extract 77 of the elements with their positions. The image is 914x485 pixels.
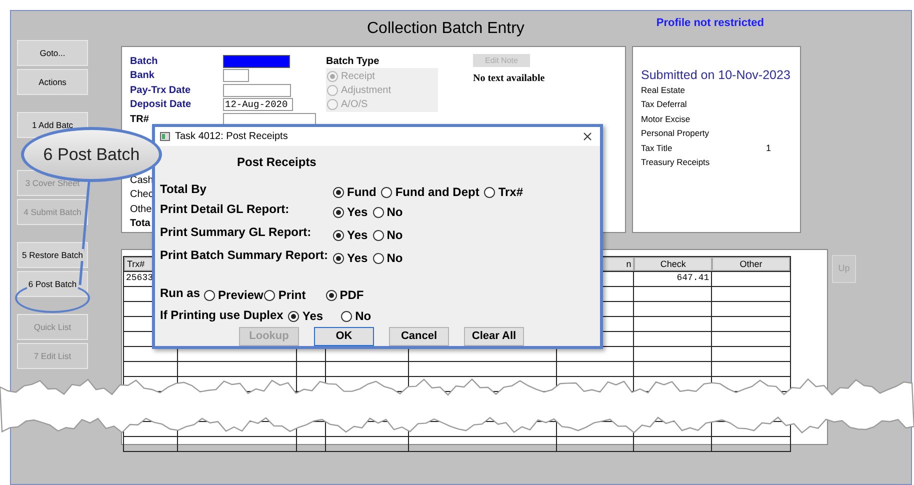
total-label: Chec xyxy=(130,188,154,202)
radio-button[interactable] xyxy=(204,290,216,300)
summary-count: 1 xyxy=(766,142,772,154)
radio-button[interactable] xyxy=(333,230,344,240)
radio-label: No xyxy=(386,204,403,221)
column-header: Other xyxy=(712,257,790,271)
radio-button[interactable] xyxy=(372,230,384,240)
radio-label: Fund xyxy=(347,184,376,201)
radio-label: Fund and Dept xyxy=(395,184,480,201)
radio-label: Adjustment xyxy=(341,84,392,98)
field-label: Bank xyxy=(130,69,156,84)
summary-item: Tax Deferral xyxy=(641,98,688,112)
radio-button[interactable] xyxy=(333,252,344,264)
dialog-button[interactable]: Cancel xyxy=(389,327,449,346)
radio-label: Yes xyxy=(347,227,368,244)
radio-button[interactable] xyxy=(372,252,384,264)
dialog-button[interactable]: OK xyxy=(314,327,374,346)
input-field[interactable] xyxy=(223,112,316,126)
sidebar-button[interactable]: 6 Post Batch xyxy=(17,271,88,297)
total-label: Othe xyxy=(130,202,152,216)
radio-button[interactable] xyxy=(372,206,384,218)
dialog-title: Task 4012: Post Receipts xyxy=(175,130,288,144)
sidebar-button[interactable]: 5 Restore Batch xyxy=(17,242,88,268)
radio-label: Yes xyxy=(347,204,368,221)
radio-button[interactable] xyxy=(341,310,352,322)
field-label: Deposit Date xyxy=(130,98,192,112)
radio-label: Yes xyxy=(347,250,368,267)
radio-label: No xyxy=(386,227,403,244)
radio-button[interactable] xyxy=(326,290,337,300)
radio-label: Yes xyxy=(302,308,324,325)
radio-label: A/O/S xyxy=(341,98,368,112)
input-field[interactable] xyxy=(223,54,290,68)
radio-label: Receipt xyxy=(341,70,375,84)
summary-item: Tax Title xyxy=(641,142,674,155)
radio-label: No xyxy=(386,250,403,267)
radio-button[interactable] xyxy=(288,310,300,322)
field-label: Batch xyxy=(130,54,159,69)
summary-title: Submitted on 10-Nov-2023 xyxy=(641,68,792,83)
summary-item: Personal Property xyxy=(641,127,710,140)
window-title: Collection Batch Entry xyxy=(367,18,524,38)
sidebar-button[interactable]: Actions xyxy=(17,69,88,95)
radio-label: Print xyxy=(278,287,306,304)
close-icon[interactable] xyxy=(583,132,592,141)
dialog-button[interactable]: Clear All xyxy=(464,327,524,346)
field-label: Pay-Trx Date xyxy=(130,84,192,98)
radio-button[interactable] xyxy=(381,186,392,198)
option-label: Print Summary GL Report: xyxy=(160,224,312,241)
input-field[interactable]: 12-Aug-2020 xyxy=(223,98,293,112)
input-field[interactable] xyxy=(223,84,291,97)
radio-button[interactable] xyxy=(484,186,496,198)
callout-text: 6 Post Batch xyxy=(43,144,140,166)
profile-status: Profile not restricted xyxy=(656,16,764,32)
dialog-heading: Post Receipts xyxy=(237,154,318,171)
summary-item: Real Estate xyxy=(641,84,686,97)
note-text: No text available xyxy=(473,72,545,86)
input-field[interactable] xyxy=(223,69,249,82)
radio-button[interactable] xyxy=(333,206,344,218)
total-label: Tota xyxy=(130,217,150,230)
option-label: Run as xyxy=(160,285,200,302)
radio-button[interactable] xyxy=(333,186,344,198)
field-label: TR# xyxy=(130,112,150,127)
radio-button[interactable] xyxy=(264,290,276,300)
summary-item: Treasury Receipts xyxy=(641,156,711,170)
sidebar-button[interactable]: Goto... xyxy=(17,40,88,66)
option-label: Print Detail GL Report: xyxy=(160,201,290,218)
table-cell: 647.41 xyxy=(676,273,710,283)
batch-type-label: Batch Type xyxy=(326,55,380,68)
app-icon xyxy=(160,132,170,141)
radio-label: Preview xyxy=(218,287,264,304)
table-cell: 25633 xyxy=(126,273,154,283)
radio-label: No xyxy=(355,308,372,325)
column-header: Check xyxy=(634,257,712,271)
option-label: If Printing use Duplex xyxy=(160,306,284,324)
option-label: Total By xyxy=(160,181,208,198)
radio-label: Trx# xyxy=(498,184,524,201)
summary-item: Motor Excise xyxy=(641,112,692,126)
radio-label: PDF xyxy=(340,287,364,304)
